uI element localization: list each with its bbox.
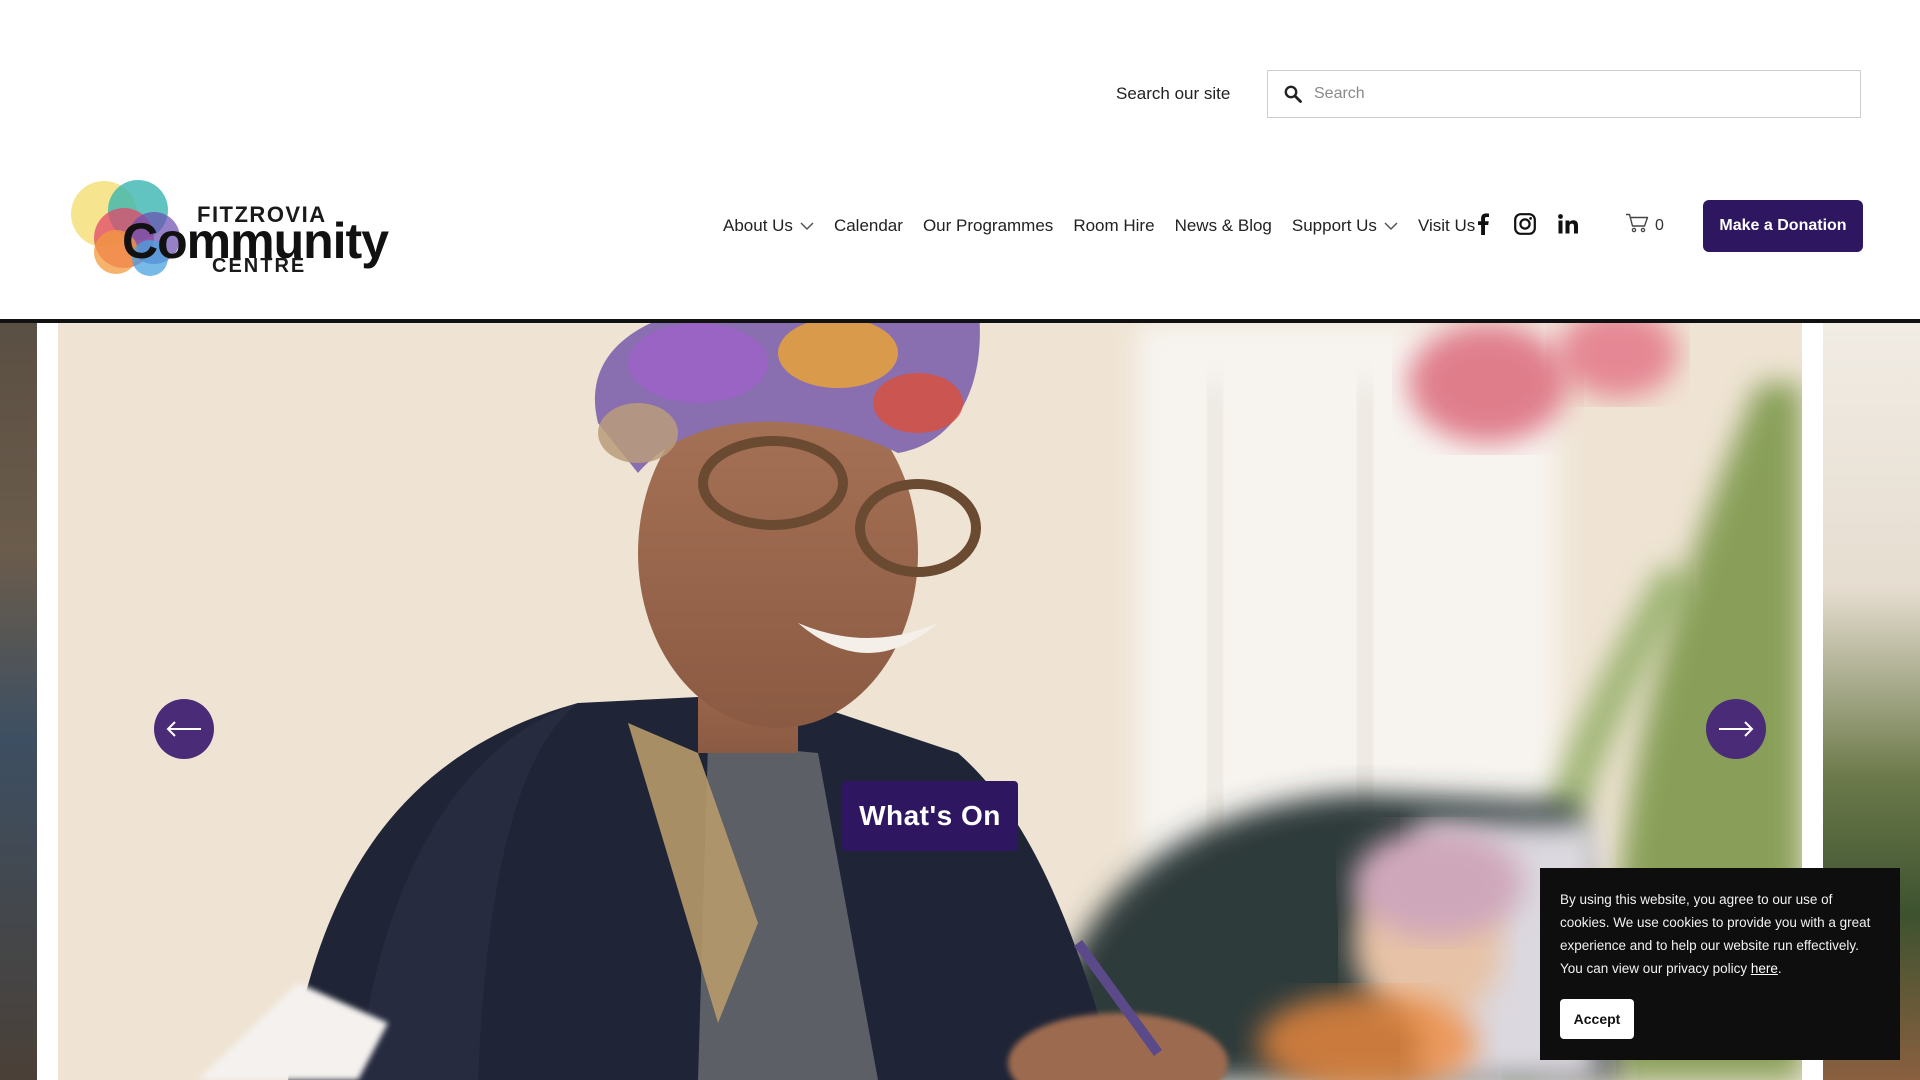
search-icon (1284, 85, 1302, 103)
privacy-policy-link[interactable]: here (1751, 961, 1778, 976)
cookie-message: By using this website, you agree to our … (1560, 888, 1880, 980)
cart-button[interactable]: 0 (1625, 213, 1664, 238)
nav-item-our-programmes[interactable]: Our Programmes (923, 216, 1053, 236)
linkedin-icon[interactable] (1558, 214, 1578, 234)
search-row: Search our site (0, 70, 1920, 118)
chevron-down-icon (800, 221, 814, 231)
chevron-down-icon (1384, 221, 1398, 231)
nav-item-visit-us[interactable]: Visit Us (1418, 216, 1475, 236)
site-header: FITZROVIA Community CENTRE About Us Cale… (0, 160, 1920, 290)
main-nav: About Us Calendar Our Programmes Room Hi… (723, 213, 1495, 239)
nav-item-label: Calendar (833, 216, 903, 235)
next-slide-button[interactable] (1706, 699, 1766, 759)
cookie-text: By using this website, you agree to our … (1560, 892, 1871, 976)
make-donation-button[interactable]: Make a Donation (1703, 200, 1863, 252)
nav-item-label: News & Blog (1174, 216, 1272, 235)
nav-item-label: Our Programmes (922, 216, 1054, 235)
nav-item-room-hire[interactable]: Room Hire (1073, 216, 1154, 236)
cart-count: 0 (1655, 216, 1664, 234)
nav-item-news-blog[interactable]: News & Blog (1175, 216, 1272, 236)
search-input[interactable] (1314, 85, 1834, 103)
search-box[interactable] (1267, 70, 1861, 118)
search-label: Search our site (1116, 84, 1231, 103)
instagram-icon[interactable] (1514, 213, 1536, 235)
previous-slide-button[interactable] (154, 699, 214, 759)
nav-item-support-us[interactable]: Support Us (1292, 216, 1398, 236)
cart-icon (1625, 213, 1649, 238)
nav-item-calendar[interactable]: Calendar (834, 216, 903, 236)
previous-slide-peek (0, 323, 37, 1080)
nav-item-label: Room Hire (1073, 216, 1155, 235)
nav-item-label: Support Us (1291, 216, 1377, 235)
cookie-text-end: . (1777, 961, 1782, 976)
arrow-left-icon (166, 721, 202, 737)
facebook-icon[interactable] (1476, 213, 1490, 235)
accept-cookies-button[interactable]: Accept (1560, 999, 1634, 1039)
logo-line-3: CENTRE (212, 255, 307, 277)
nav-item-label: About Us (723, 216, 793, 235)
cookie-banner: By using this website, you agree to our … (1540, 868, 1900, 1060)
arrow-right-icon (1718, 721, 1754, 737)
nav-item-label: Visit Us (1417, 216, 1476, 235)
social-links (1476, 213, 1578, 235)
nav-item-about-us[interactable]: About Us (723, 216, 814, 236)
site-logo[interactable]: FITZROVIA Community CENTRE (66, 172, 389, 282)
whats-on-button[interactable]: What's On (842, 781, 1018, 851)
